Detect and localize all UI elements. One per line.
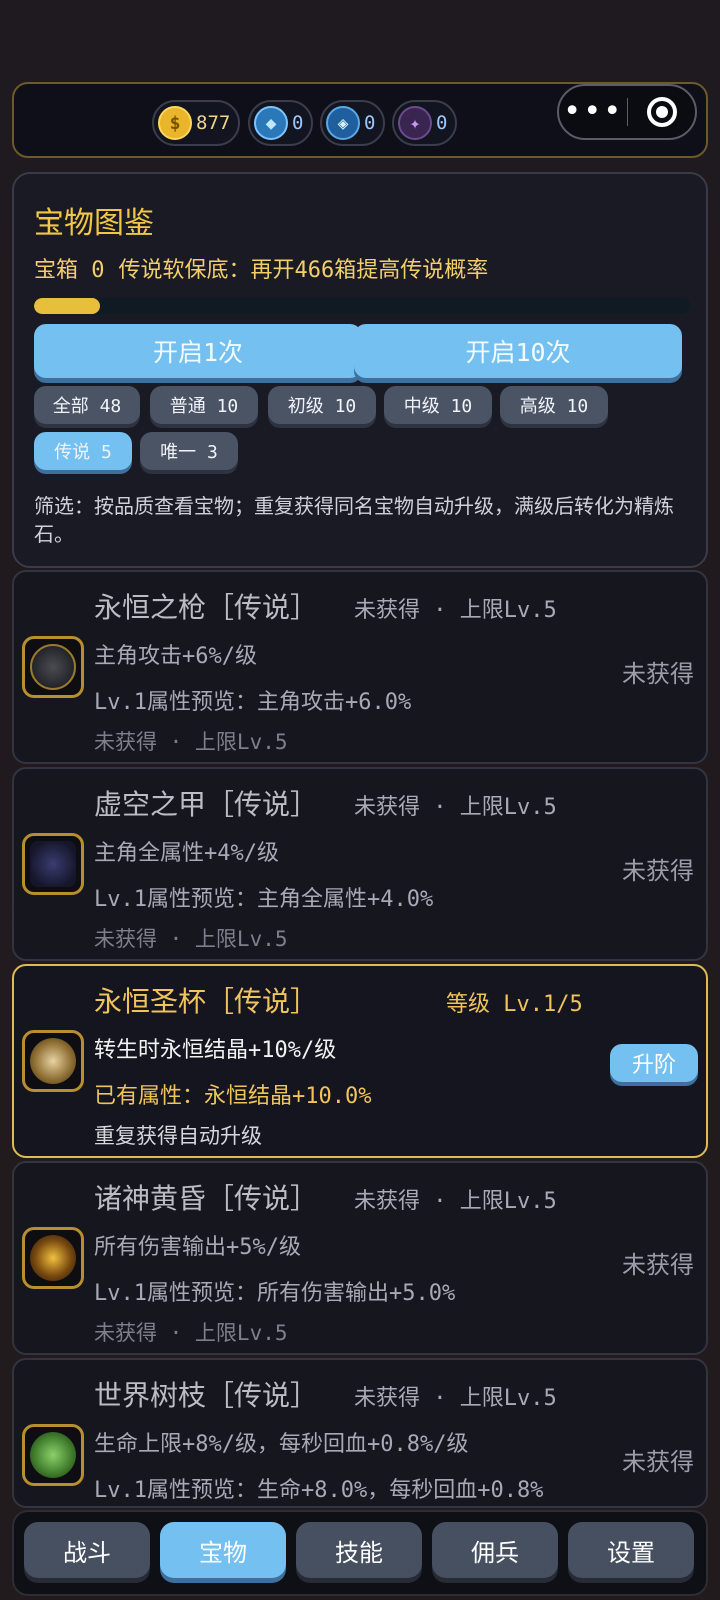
filter-basic[interactable]: 初级 10 <box>268 386 376 424</box>
pity-text: 传说软保底：再开466箱提高传说概率 <box>118 258 489 283</box>
item-name: 永恒圣杯［传说］ <box>94 985 319 1018</box>
open-ten-button[interactable]: 开启10次 <box>354 324 682 378</box>
item-card-world-tree-branch[interactable]: 世界树枝［传说］ 未获得 · 上限Lv.5 生命上限+8%/级，每秒回血+0.8… <box>12 1358 708 1508</box>
filter-description: 筛选：按品质查看宝物；重复获得同名宝物自动升级，满级后转化为精炼石。 <box>34 494 674 546</box>
diamond-value: 0 <box>364 112 376 134</box>
item-name: 永恒之枪［传说］ <box>94 591 319 624</box>
item-current-attribute: 已有属性：永恒结晶+10.0% <box>94 1084 372 1109</box>
panel-title: 宝物图鉴 <box>34 206 154 241</box>
gold-resource: $ 877 <box>152 100 241 146</box>
item-status-label: 未获得 <box>622 1251 694 1279</box>
blue-diamond-gem-icon: ◈ <box>326 106 360 140</box>
more-icon[interactable]: ••• <box>559 97 627 127</box>
item-meta: 未获得 · 上限Lv.5 <box>354 795 557 820</box>
armor-icon <box>22 833 84 895</box>
item-card-ragnarok[interactable]: 诸神黄昏［传说］ 未获得 · 上限Lv.5 所有伤害输出+5%/级 Lv.1属性… <box>12 1161 708 1355</box>
nav-battle[interactable]: 战斗 <box>24 1522 150 1578</box>
item-status: 未获得 · 上限Lv.5 <box>94 1321 288 1345</box>
item-name: 世界树枝［传说］ <box>94 1379 319 1412</box>
item-meta: 未获得 · 上限Lv.5 <box>354 1386 557 1411</box>
upgrade-button[interactable]: 升阶 <box>610 1044 698 1082</box>
gold-value: 877 <box>196 112 231 134</box>
blue-gem-value: 0 <box>292 112 304 134</box>
purple-crystal-icon: ✦ <box>398 106 432 140</box>
item-status: 未获得 · 上限Lv.5 <box>94 730 288 754</box>
item-effect: 转生时永恒结晶+10%/级 <box>94 1038 337 1063</box>
blue-hex-gem-icon: ◆ <box>254 106 288 140</box>
item-note: 重复获得自动升级 <box>94 1124 262 1148</box>
ragnarok-icon <box>22 1227 84 1289</box>
gold-coin-icon: $ <box>158 106 192 140</box>
filter-common[interactable]: 普通 10 <box>150 386 258 424</box>
spear-icon <box>22 636 84 698</box>
box-info: 宝箱 0 传说软保底：再开466箱提高传说概率 <box>34 252 488 284</box>
item-meta: 未获得 · 上限Lv.5 <box>354 1189 557 1214</box>
grail-icon <box>22 1030 84 1092</box>
world-tree-branch-icon <box>22 1424 84 1486</box>
nav-skills[interactable]: 技能 <box>296 1522 422 1578</box>
nav-mercenaries[interactable]: 佣兵 <box>432 1522 558 1578</box>
filter-advanced[interactable]: 高级 10 <box>500 386 608 424</box>
item-meta: 未获得 · 上限Lv.5 <box>354 598 557 623</box>
diamond-resource: ◈ 0 <box>320 100 386 146</box>
item-level: 等级 Lv.1/5 <box>446 992 583 1017</box>
item-preview: Lv.1属性预览：所有伤害输出+5.0% <box>94 1281 456 1306</box>
item-card-eternal-grail[interactable]: 永恒圣杯［传说］ 等级 Lv.1/5 转生时永恒结晶+10%/级 已有属性：永恒… <box>12 964 708 1158</box>
nav-treasure[interactable]: 宝物 <box>160 1522 286 1578</box>
blue-gem-resource: ◆ 0 <box>248 100 314 146</box>
box-count: 宝箱 0 <box>34 258 105 283</box>
crystal-value: 0 <box>436 112 448 134</box>
filter-unique[interactable]: 唯一 3 <box>140 432 238 470</box>
open-once-button[interactable]: 开启1次 <box>34 324 362 378</box>
crystal-resource: ✦ 0 <box>392 100 458 146</box>
item-effect: 所有伤害输出+5%/级 <box>94 1235 301 1260</box>
item-effect: 生命上限+8%/级，每秒回血+0.8%/级 <box>94 1432 469 1457</box>
filter-legendary[interactable]: 传说 5 <box>34 432 132 470</box>
item-status-label: 未获得 <box>622 857 694 885</box>
item-card-void-armor[interactable]: 虚空之甲［传说］ 未获得 · 上限Lv.5 主角全属性+4%/级 Lv.1属性预… <box>12 767 708 961</box>
item-preview: Lv.1属性预览：主角攻击+6.0% <box>94 690 412 715</box>
nav-settings[interactable]: 设置 <box>568 1522 694 1578</box>
item-status-label: 未获得 <box>622 660 694 688</box>
treasure-collection-panel: 宝物图鉴 宝箱 0 传说软保底：再开466箱提高传说概率 开启1次 开启10次 … <box>12 172 708 568</box>
item-status: 未获得 · 上限Lv.5 <box>94 927 288 951</box>
screen: $ 877 ◆ 0 ◈ 0 ✦ 0 ••• 宝物图鉴 宝箱 0 传说软保底：再开… <box>0 0 720 1600</box>
pity-progress-fill <box>34 298 100 314</box>
item-effect: 主角攻击+6%/级 <box>94 644 257 669</box>
filter-all[interactable]: 全部 48 <box>34 386 140 424</box>
item-effect: 主角全属性+4%/级 <box>94 841 279 866</box>
miniprogram-capsule: ••• <box>557 84 697 140</box>
close-target-icon[interactable] <box>628 97 695 127</box>
item-preview: Lv.1属性预览：生命+8.0%，每秒回血+0.8% <box>94 1478 544 1503</box>
item-card-eternal-spear[interactable]: 永恒之枪［传说］ 未获得 · 上限Lv.5 主角攻击+6%/级 Lv.1属性预览… <box>12 570 708 764</box>
pity-progress-bar <box>34 298 690 314</box>
item-name: 虚空之甲［传说］ <box>94 788 319 821</box>
filter-intermediate[interactable]: 中级 10 <box>384 386 492 424</box>
item-preview: Lv.1属性预览：主角全属性+4.0% <box>94 887 434 912</box>
item-name: 诸神黄昏［传说］ <box>94 1182 319 1215</box>
bottom-nav: 战斗 宝物 技能 佣兵 设置 <box>12 1510 708 1596</box>
item-status-label: 未获得 <box>622 1448 694 1476</box>
